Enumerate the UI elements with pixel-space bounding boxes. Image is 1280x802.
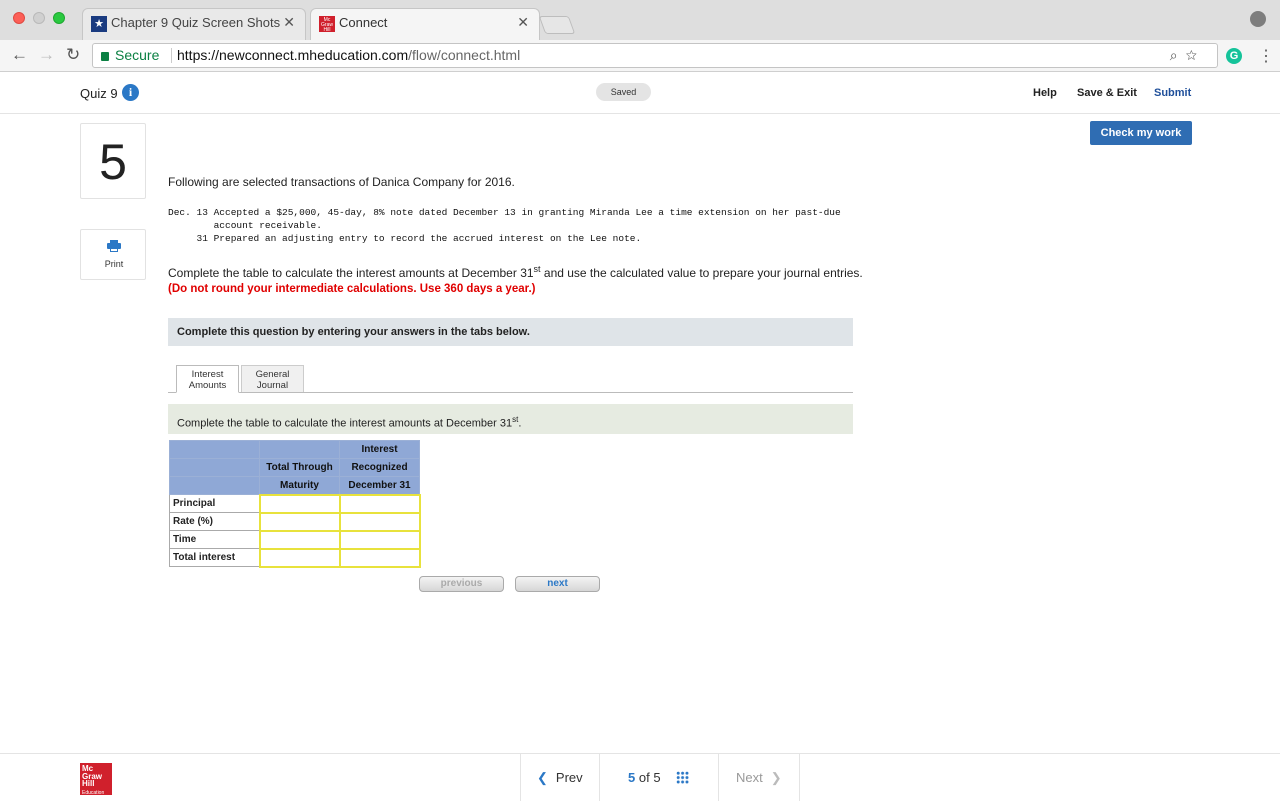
table-header-blank xyxy=(169,440,260,459)
principal-dec31-input[interactable] xyxy=(340,496,419,511)
close-window-icon[interactable] xyxy=(13,12,25,24)
interest-table: Interest Total Through Recognized Maturi… xyxy=(169,440,421,568)
browser-toolbar: ← → ↻ Secure https://newconnect.mheducat… xyxy=(0,40,1280,72)
chevron-left-icon: ❮ xyxy=(537,770,548,785)
table-row: Total interest xyxy=(169,547,421,568)
print-label: Print xyxy=(104,259,124,269)
tab-divider xyxy=(168,392,853,393)
table-header-blank xyxy=(169,458,260,477)
tab-title: Chapter 9 Quiz Screen Shots xyxy=(111,15,281,30)
rate-dec31-input-cell[interactable] xyxy=(338,511,421,532)
principal-dec31-input-cell[interactable] xyxy=(338,493,421,514)
table-row: Principal xyxy=(169,493,421,514)
help-link[interactable]: Help xyxy=(1033,87,1057,99)
url-text: https://newconnect.mheducation.com/flow/… xyxy=(177,47,521,63)
table-row: Time xyxy=(169,529,421,550)
browser-menu-icon[interactable]: ⋮ xyxy=(1258,46,1274,66)
total-interest-maturity-input-cell[interactable] xyxy=(258,547,341,568)
time-maturity-input[interactable] xyxy=(260,532,339,547)
close-tab-icon[interactable]: ✕ xyxy=(517,14,529,31)
footer-navigation: Mc Graw Hill Education ❮ Prev 5 of 5 Next… xyxy=(0,753,1280,801)
question-page-indicator[interactable]: 5 of 5 xyxy=(599,754,718,801)
table-instruction-banner: Complete the table to calculate the inte… xyxy=(168,404,853,434)
row-label-rate: Rate (%) xyxy=(169,512,260,531)
question-instructions: Complete the table to calculate the inte… xyxy=(168,264,863,295)
question-grid-icon[interactable] xyxy=(676,771,690,784)
quiz-header: Quiz 9 i Saved Help Save & Exit Submit xyxy=(0,72,1280,114)
tab-interest-amounts[interactable]: Interest Amounts xyxy=(176,365,239,393)
back-arrow-icon[interactable]: ← xyxy=(11,45,28,65)
star-favicon-icon: ★ xyxy=(91,16,107,32)
principal-maturity-input-cell[interactable] xyxy=(258,493,341,514)
principal-maturity-input[interactable] xyxy=(260,496,339,511)
browser-tab-bar: ★ Chapter 9 Quiz Screen Shots ✕ Mc Graw Hi… xyxy=(0,0,1280,40)
header-total-through-maturity: Maturity xyxy=(259,476,340,495)
lock-icon xyxy=(101,52,109,61)
chevron-right-icon: ❯ xyxy=(770,770,782,785)
rate-dec31-input[interactable] xyxy=(340,514,419,529)
total-interest-dec31-input-cell[interactable] xyxy=(338,547,421,568)
save-exit-link[interactable]: Save & Exit xyxy=(1077,87,1137,99)
time-dec31-input-cell[interactable] xyxy=(338,529,421,550)
total-interest-maturity-input[interactable] xyxy=(260,550,339,565)
bookmark-star-icon[interactable]: ☆ xyxy=(1186,47,1205,63)
row-label-principal: Principal xyxy=(169,494,260,513)
omnibox-actions: ⌕☆ xyxy=(1170,44,1205,67)
zoom-icon[interactable]: ⌕ xyxy=(1170,47,1186,63)
prev-question-button[interactable]: ❮ Prev xyxy=(520,754,599,801)
tab-title: Connect xyxy=(339,15,388,30)
row-label-total-interest: Total interest xyxy=(169,548,260,567)
browser-tab-chapter9[interactable]: ★ Chapter 9 Quiz Screen Shots ✕ xyxy=(82,8,306,40)
row-label-time: Time xyxy=(169,530,260,549)
header-interest-recognized: Interest xyxy=(339,440,420,459)
tabs-instruction-banner: Complete this question by entering your … xyxy=(168,318,853,346)
transactions-text: Dec. 13 Accepted a $25,000, 45-day, 8% n… xyxy=(168,207,841,244)
header-interest-recognized: December 31 xyxy=(339,476,420,495)
saved-status-badge: Saved xyxy=(596,83,651,101)
header-interest-recognized: Recognized xyxy=(339,458,420,477)
next-tab-button[interactable]: next xyxy=(515,576,600,592)
next-question-button[interactable]: Next ❯ xyxy=(718,754,800,801)
table-row: Rate (%) xyxy=(169,511,421,532)
quiz-title: Quiz 9 xyxy=(80,86,118,101)
info-icon[interactable]: i xyxy=(122,84,139,101)
printer-icon xyxy=(107,240,121,252)
rate-maturity-input[interactable] xyxy=(260,514,339,529)
tab-general-journal[interactable]: General Journal xyxy=(241,365,304,393)
current-question-number: 5 xyxy=(628,770,636,785)
time-dec31-input[interactable] xyxy=(340,532,419,547)
rounding-warning: (Do not round your intermediate calculat… xyxy=(168,283,536,295)
forward-arrow-icon[interactable]: → xyxy=(38,45,55,65)
new-tab-button[interactable] xyxy=(538,16,576,34)
browser-tab-connect[interactable]: Mc Graw Hill Connect ✕ xyxy=(310,8,540,40)
check-my-work-button[interactable]: Check my work xyxy=(1090,121,1192,145)
mcgraw-hill-logo: Mc Graw Hill Education xyxy=(80,763,112,796)
mcgraw-hill-favicon-icon: Mc Graw Hill xyxy=(319,16,335,33)
profile-icon[interactable] xyxy=(1250,11,1266,27)
time-maturity-input-cell[interactable] xyxy=(258,529,341,550)
question-number: 5 xyxy=(80,123,146,199)
submit-link[interactable]: Submit xyxy=(1154,87,1191,99)
secure-indicator[interactable]: Secure xyxy=(101,44,159,67)
address-bar[interactable]: Secure https://newconnect.mheducation.co… xyxy=(92,43,1218,68)
rate-maturity-input-cell[interactable] xyxy=(258,511,341,532)
table-header-blank xyxy=(169,476,260,495)
divider xyxy=(171,48,172,63)
close-tab-icon[interactable]: ✕ xyxy=(283,14,295,31)
question-intro: Following are selected transactions of D… xyxy=(168,175,515,189)
minimize-window-icon[interactable] xyxy=(33,12,45,24)
reload-icon[interactable]: ↻ xyxy=(66,45,80,65)
maximize-window-icon[interactable] xyxy=(53,12,65,24)
print-button[interactable]: Print xyxy=(80,229,146,280)
header-total-through-maturity: Total Through xyxy=(259,458,340,477)
total-interest-dec31-input[interactable] xyxy=(340,550,419,565)
previous-tab-button[interactable]: previous xyxy=(419,576,504,592)
header-total-through-maturity xyxy=(259,440,340,459)
grammarly-extension-icon[interactable]: G xyxy=(1226,48,1242,64)
